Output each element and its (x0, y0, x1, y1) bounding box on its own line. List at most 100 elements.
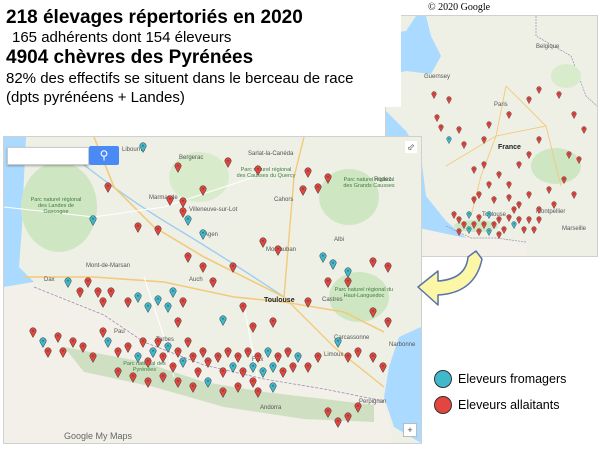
overview-marker-allaitant-icon[interactable] (576, 156, 582, 164)
marker-allaitant-icon[interactable] (134, 222, 142, 233)
marker-fromager-icon[interactable] (294, 352, 302, 363)
marker-allaitant-icon[interactable] (289, 362, 297, 373)
marker-fromager-icon[interactable] (249, 362, 257, 373)
overview-marker-allaitant-icon[interactable] (496, 171, 502, 179)
map-search-input[interactable] (7, 147, 89, 165)
overview-marker-fromager-icon[interactable] (486, 228, 492, 236)
marker-allaitant-icon[interactable] (334, 417, 342, 428)
marker-allaitant-icon[interactable] (279, 367, 287, 378)
marker-allaitant-icon[interactable] (184, 252, 192, 263)
marker-allaitant-icon[interactable] (284, 347, 292, 358)
marker-allaitant-icon[interactable] (239, 302, 247, 313)
marker-allaitant-icon[interactable] (189, 352, 197, 363)
marker-allaitant-icon[interactable] (209, 277, 217, 288)
marker-allaitant-icon[interactable] (204, 357, 212, 368)
overview-marker-allaitant-icon[interactable] (471, 166, 477, 174)
marker-fromager-icon[interactable] (144, 302, 152, 313)
overview-marker-allaitant-icon[interactable] (526, 151, 532, 159)
overview-marker-fromager-icon[interactable] (486, 211, 492, 219)
overview-marker-allaitant-icon[interactable] (496, 216, 502, 224)
marker-fromager-icon[interactable] (319, 252, 327, 263)
marker-allaitant-icon[interactable] (144, 377, 152, 388)
marker-allaitant-icon[interactable] (344, 352, 352, 363)
overview-marker-fromager-icon[interactable] (446, 136, 452, 144)
marker-fromager-icon[interactable] (204, 377, 212, 388)
overview-marker-allaitant-icon[interactable] (526, 216, 532, 224)
marker-allaitant-icon[interactable] (199, 262, 207, 273)
marker-allaitant-icon[interactable] (166, 195, 174, 206)
marker-allaitant-icon[interactable] (254, 165, 262, 176)
marker-allaitant-icon[interactable] (194, 367, 202, 378)
overview-marker-allaitant-icon[interactable] (561, 176, 567, 184)
marker-fromager-icon[interactable] (164, 302, 172, 313)
marker-allaitant-icon[interactable] (84, 277, 92, 288)
overview-marker-allaitant-icon[interactable] (506, 111, 512, 119)
marker-allaitant-icon[interactable] (304, 362, 312, 373)
overview-marker-allaitant-icon[interactable] (456, 228, 462, 236)
marker-allaitant-icon[interactable] (99, 297, 107, 308)
marker-fromager-icon[interactable] (164, 342, 172, 353)
overview-marker-fromager-icon[interactable] (466, 226, 472, 234)
overview-marker-allaitant-icon[interactable] (521, 226, 527, 234)
overview-marker-allaitant-icon[interactable] (486, 181, 492, 189)
overview-marker-allaitant-icon[interactable] (456, 126, 462, 134)
marker-allaitant-icon[interactable] (214, 352, 222, 363)
marker-fromager-icon[interactable] (269, 362, 277, 373)
marker-allaitant-icon[interactable] (234, 352, 242, 363)
map-search-button[interactable]: ⚲ (89, 146, 119, 165)
marker-fromager-icon[interactable] (149, 347, 157, 358)
marker-fromager-icon[interactable] (334, 337, 342, 348)
overview-marker-allaitant-icon[interactable] (496, 231, 502, 239)
overview-marker-allaitant-icon[interactable] (526, 191, 532, 199)
marker-fromager-icon[interactable] (259, 367, 267, 378)
overview-marker-allaitant-icon[interactable] (551, 201, 557, 209)
fullscreen-icon[interactable]: ⬃ (405, 141, 417, 153)
marker-allaitant-icon[interactable] (379, 362, 387, 373)
zoom-in-button[interactable]: + (403, 423, 417, 437)
overview-marker-allaitant-icon[interactable] (506, 194, 512, 202)
marker-allaitant-icon[interactable] (124, 297, 132, 308)
marker-allaitant-icon[interactable] (107, 287, 115, 298)
marker-allaitant-icon[interactable] (124, 342, 132, 353)
marker-allaitant-icon[interactable] (384, 262, 392, 273)
overview-marker-allaitant-icon[interactable] (526, 96, 532, 104)
overview-marker-allaitant-icon[interactable] (434, 114, 440, 122)
marker-allaitant-icon[interactable] (144, 357, 152, 368)
marker-fromager-icon[interactable] (139, 142, 147, 153)
marker-allaitant-icon[interactable] (174, 162, 182, 173)
marker-fromager-icon[interactable] (134, 292, 142, 303)
overview-marker-allaitant-icon[interactable] (471, 196, 477, 204)
overview-marker-allaitant-icon[interactable] (536, 206, 542, 214)
marker-allaitant-icon[interactable] (179, 297, 187, 308)
marker-allaitant-icon[interactable] (274, 352, 282, 363)
marker-allaitant-icon[interactable] (369, 307, 377, 318)
marker-allaitant-icon[interactable] (159, 352, 167, 363)
marker-allaitant-icon[interactable] (354, 347, 362, 358)
marker-allaitant-icon[interactable] (154, 225, 162, 236)
marker-fromager-icon[interactable] (64, 277, 72, 288)
marker-allaitant-icon[interactable] (29, 327, 37, 338)
marker-allaitant-icon[interactable] (59, 347, 67, 358)
marker-fromager-icon[interactable] (104, 337, 112, 348)
marker-allaitant-icon[interactable] (69, 337, 77, 348)
marker-allaitant-icon[interactable] (219, 367, 227, 378)
marker-fromager-icon[interactable] (179, 357, 187, 368)
marker-allaitant-icon[interactable] (104, 182, 112, 193)
marker-allaitant-icon[interactable] (174, 317, 182, 328)
overview-marker-allaitant-icon[interactable] (546, 186, 552, 194)
marker-allaitant-icon[interactable] (76, 287, 84, 298)
marker-fromager-icon[interactable] (154, 295, 162, 306)
marker-allaitant-icon[interactable] (199, 185, 207, 196)
marker-fromager-icon[interactable] (169, 287, 177, 298)
marker-allaitant-icon[interactable] (114, 367, 122, 378)
overview-marker-allaitant-icon[interactable] (506, 181, 512, 189)
regional-map[interactable]: ⚲ ⬃ Libourne Bergerac Sarlat-la-Canéda M… (3, 136, 422, 444)
marker-allaitant-icon[interactable] (324, 407, 332, 418)
overview-marker-allaitant-icon[interactable] (571, 111, 577, 119)
overview-marker-allaitant-icon[interactable] (516, 161, 522, 169)
marker-allaitant-icon[interactable] (239, 367, 247, 378)
marker-fromager-icon[interactable] (264, 347, 272, 358)
marker-allaitant-icon[interactable] (314, 183, 322, 194)
marker-allaitant-icon[interactable] (89, 352, 97, 363)
marker-fromager-icon[interactable] (329, 259, 337, 270)
